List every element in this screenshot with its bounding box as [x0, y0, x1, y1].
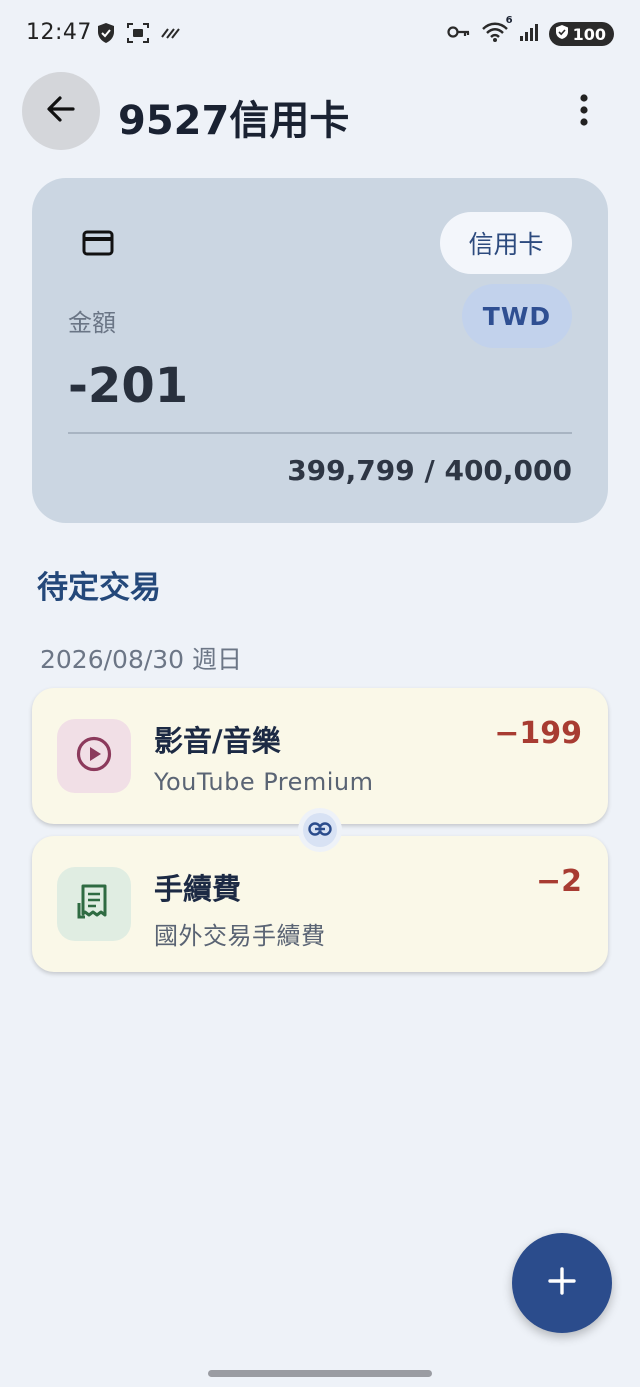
- transaction-description: 國外交易手續費: [154, 922, 326, 950]
- nfc-stripes-icon: [160, 25, 182, 45]
- category-icon-tile: [57, 867, 131, 941]
- key-icon: [446, 24, 471, 44]
- account-summary-card[interactable]: 信用卡 TWD 金額 -201 399,799 / 400,000: [32, 178, 608, 523]
- date-header: 2026/08/30 週日: [40, 645, 243, 674]
- status-time: 12:47: [26, 20, 92, 45]
- transaction-amount: −2: [535, 864, 582, 899]
- amount-label: 金額: [68, 309, 116, 337]
- battery-indicator: 100: [548, 22, 614, 46]
- transaction-item[interactable]: 影音/音樂 YouTube Premium −199: [32, 688, 608, 824]
- receipt-icon: [77, 883, 111, 925]
- link-icon: [308, 821, 332, 840]
- more-vert-icon: [579, 93, 589, 131]
- signal-icon: [519, 22, 539, 46]
- home-indicator[interactable]: [208, 1370, 432, 1377]
- currency-chip: TWD: [462, 284, 572, 348]
- transaction-amount: −199: [494, 716, 582, 751]
- card-divider: [68, 432, 572, 434]
- screenshot-icon: [126, 22, 150, 48]
- page-title: 9527信用卡: [118, 98, 350, 144]
- credit-usage: 399,799 / 400,000: [287, 454, 572, 487]
- more-options-button[interactable]: [564, 90, 604, 134]
- plus-icon: [547, 1266, 577, 1300]
- play-circle-icon: [75, 735, 113, 777]
- wifi-icon: 6: [481, 15, 513, 47]
- back-button[interactable]: [22, 72, 100, 150]
- transaction-category: 手續費: [154, 872, 242, 906]
- battery-shield-icon: [555, 24, 569, 44]
- battery-level: 100: [572, 24, 606, 44]
- shield-icon: [96, 22, 116, 48]
- transaction-category: 影音/音樂: [154, 724, 281, 758]
- category-icon-tile: [57, 719, 131, 793]
- credit-card-icon: [82, 230, 114, 260]
- transaction-description: YouTube Premium: [154, 768, 374, 796]
- account-type-chip: 信用卡: [440, 212, 572, 274]
- status-bar: 12:47 6 100: [0, 0, 640, 68]
- transaction-item[interactable]: 手續費 國外交易手續費 −2: [32, 836, 608, 972]
- linked-transactions-badge: [298, 808, 342, 852]
- wifi-6-label: 6: [505, 15, 513, 26]
- arrow-left-icon: [45, 95, 77, 127]
- section-title: 待定交易: [37, 570, 161, 606]
- add-transaction-button[interactable]: [512, 1233, 612, 1333]
- amount-value: -201: [68, 358, 189, 414]
